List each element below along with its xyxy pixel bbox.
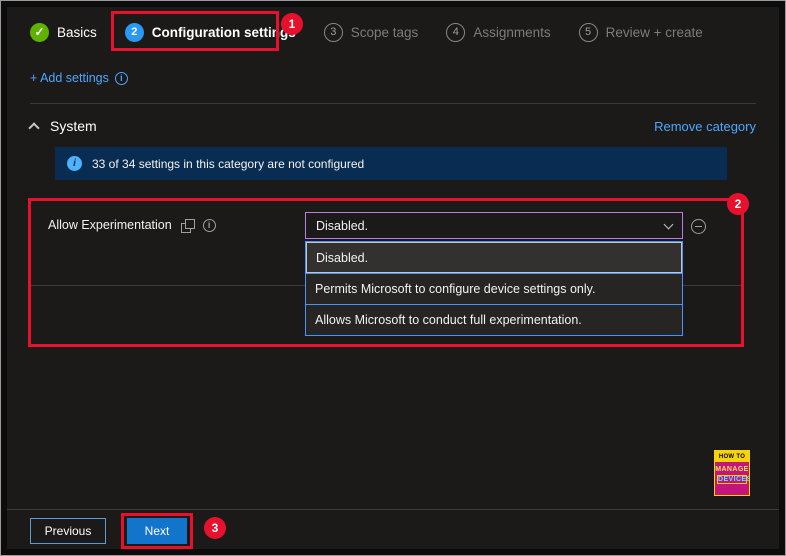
tab-configuration-settings-label: Configuration settings <box>151 24 296 40</box>
remove-category-link[interactable]: Remove category <box>654 119 756 134</box>
experimentation-dropdown[interactable]: Disabled. <box>305 212 683 239</box>
step-2-badge: 2 <box>124 22 144 42</box>
intune-wizard-panel: ✓ Basics 2 Configuration settings 3 Scop… <box>7 7 779 549</box>
info-icon: i <box>67 156 82 171</box>
annotation-step-3: 3 <box>204 517 226 539</box>
tab-review-create-label: Review + create <box>605 24 703 40</box>
tab-scope-tags-label: Scope tags <box>350 24 419 40</box>
dropdown-option-permits-settings-only[interactable]: Permits Microsoft to configure device se… <box>306 273 682 304</box>
chevron-down-icon <box>663 219 674 229</box>
wizard-steps: ✓ Basics 2 Configuration settings 3 Scop… <box>30 18 703 46</box>
setting-name: Allow Experimentation <box>48 218 172 232</box>
category-header[interactable]: System Remove category <box>28 113 756 139</box>
step-5-badge: 5 <box>578 22 598 42</box>
step-3-badge: 3 <box>323 22 343 42</box>
annotation-step-1: 1 <box>281 13 303 35</box>
howtomanagedevices-logo: HOW TO MANAGE DEVICES <box>714 450 750 496</box>
tab-assignments[interactable]: 4 Assignments <box>446 22 551 42</box>
tab-basics[interactable]: ✓ Basics <box>30 22 97 42</box>
tab-basics-label: Basics <box>57 24 97 40</box>
info-icon[interactable]: i <box>114 71 128 85</box>
previous-button[interactable]: Previous <box>30 518 106 544</box>
category-title: System <box>50 118 97 134</box>
footer-divider <box>7 509 779 510</box>
add-settings-link[interactable]: + Add settings i <box>30 71 128 85</box>
tab-assignments-label: Assignments <box>473 24 551 40</box>
info-icon[interactable]: i <box>202 218 216 232</box>
setting-row-label: Allow Experimentation i <box>48 218 216 233</box>
section-divider <box>30 103 756 104</box>
tab-review-create[interactable]: 5 Review + create <box>578 22 703 42</box>
collapse-chevron-icon <box>28 122 40 134</box>
screenshot-frame: ✓ Basics 2 Configuration settings 3 Scop… <box>0 0 786 556</box>
copy-icon <box>180 218 195 233</box>
info-banner: i 33 of 34 settings in this category are… <box>55 147 727 180</box>
info-banner-text: 33 of 34 settings in this category are n… <box>92 156 365 171</box>
logo-line-1: HOW TO <box>715 451 749 462</box>
dropdown-selected-value: Disabled. <box>316 218 369 233</box>
dropdown-option-disabled[interactable]: Disabled. <box>306 242 682 273</box>
dropdown-option-full-experimentation[interactable]: Allows Microsoft to conduct full experim… <box>306 304 682 335</box>
step-4-badge: 4 <box>446 22 466 42</box>
dropdown-options-list: Disabled. Permits Microsoft to configure… <box>305 241 683 336</box>
check-icon: ✓ <box>30 22 49 42</box>
add-settings-label: + Add settings <box>30 71 109 85</box>
logo-line-3: DEVICES <box>717 475 750 484</box>
next-button[interactable]: Next <box>127 518 187 544</box>
tab-scope-tags[interactable]: 3 Scope tags <box>323 22 419 42</box>
logo-line-2: MANAGE <box>715 466 749 473</box>
remove-setting-icon[interactable] <box>691 219 706 234</box>
tab-configuration-settings[interactable]: 2 Configuration settings <box>124 22 296 42</box>
annotation-step-2: 2 <box>727 193 749 215</box>
